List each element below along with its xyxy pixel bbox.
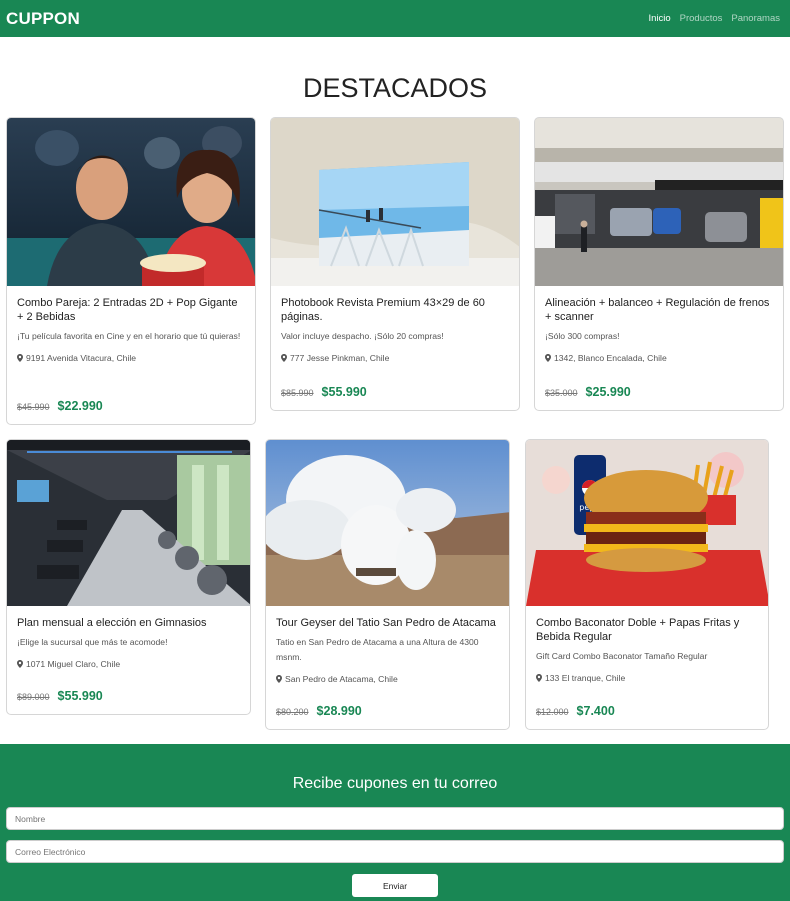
old-price: $35.000 [545,388,578,398]
deal-card-geyser[interactable]: Tour Geyser del Tatio San Pedro de Ataca… [265,439,510,730]
old-price: $45.990 [17,402,50,412]
card-prices: $45.990 $22.990 [17,399,103,413]
deal-card-gym[interactable]: Plan mensual a elección en Gimnasios ¡El… [6,439,251,715]
old-price: $80.200 [276,707,309,717]
card-location: 777 Jesse Pinkman, Chile [281,353,509,363]
card-description: Tatio en San Pedro de Atacama a una Altu… [276,637,479,662]
new-price: $7.400 [576,704,615,718]
card-title[interactable]: Alineación + balanceo + Regulación de fr… [545,296,773,324]
card-location: 1342, Blanco Encalada, Chile [545,353,773,363]
old-price: $12.000 [536,707,569,717]
burger-combo-image: pepsi [526,440,768,606]
submit-button[interactable]: Enviar [352,874,438,897]
card-body: Combo Baconator Doble + Papas Fritas y B… [526,606,768,683]
new-price: $55.990 [57,689,103,703]
nav-links: Inicio Productos Panoramas [648,13,780,24]
nav-link-panoramas[interactable]: Panoramas [731,13,780,24]
deal-card-photobook[interactable]: Photobook Revista Premium 43×29 de 60 pá… [270,117,520,411]
card-prices: $12.000 $7.400 [536,704,615,718]
card-title[interactable]: Combo Baconator Doble + Papas Fritas y B… [536,616,758,644]
card-location-text: 9191 Avenida Vitacura, Chile [26,353,137,363]
new-price: $22.990 [57,399,103,413]
card-location-text: 1071 Miguel Claro, Chile [26,659,121,669]
card-description: Gift Card Combo Baconator Tamaño Regular [536,651,708,661]
map-pin-icon [536,674,542,682]
newsletter-section: Recibe cupones en tu correo Enviar [0,744,790,901]
card-location: 133 El tranque, Chile [536,673,758,683]
old-price: $85.990 [281,388,314,398]
card-title[interactable]: Combo Pareja: 2 Entradas 2D + Pop Gigant… [17,296,245,324]
map-pin-icon [545,354,551,362]
card-body: Tour Geyser del Tatio San Pedro de Ataca… [266,606,509,684]
card-location: San Pedro de Atacama, Chile [276,674,499,684]
card-location-text: 777 Jesse Pinkman, Chile [290,353,390,363]
card-prices: $35.000 $25.990 [545,385,631,399]
card-location: 9191 Avenida Vitacura, Chile [17,353,245,363]
card-description: ¡Elige la sucursal que más te acomode! [17,637,168,647]
new-price: $55.990 [321,385,367,399]
card-body: Photobook Revista Premium 43×29 de 60 pá… [271,286,519,363]
map-pin-icon [276,675,282,683]
card-prices: $89.000 $55.990 [17,689,103,703]
deal-card-auto-service[interactable]: Alineación + balanceo + Regulación de fr… [534,117,784,411]
section-title: DESTACADOS [302,73,488,103]
newsletter-title: Recibe cupones en tu correo [292,775,498,792]
deal-card-cinema[interactable]: Combo Pareja: 2 Entradas 2D + Pop Gigant… [6,117,256,425]
card-description: ¡Sólo 300 compras! [545,331,620,341]
card-description: Valor incluye despacho. ¡Sólo 20 compras… [281,331,444,341]
new-price: $28.990 [316,704,362,718]
email-input[interactable] [6,840,784,863]
navbar: CUPPON Inicio Productos Panoramas [0,0,790,37]
map-pin-icon [281,354,287,362]
deal-card-burger[interactable]: pepsi Combo Baconator Doble + Papas Frit… [525,439,769,730]
map-pin-icon [17,660,23,668]
card-title[interactable]: Plan mensual a elección en Gimnasios [17,616,240,630]
card-title[interactable]: Tour Geyser del Tatio San Pedro de Ataca… [276,616,499,630]
nav-link-productos[interactable]: Productos [680,13,723,24]
card-prices: $80.200 $28.990 [276,704,362,718]
card-body: Plan mensual a elección en Gimnasios ¡El… [7,606,250,669]
old-price: $89.000 [17,692,50,702]
card-location: 1071 Miguel Claro, Chile [17,659,240,669]
auto-service-garage-image [535,118,783,286]
card-location-text: 1342, Blanco Encalada, Chile [554,353,667,363]
photobook-image [271,118,519,286]
geyser-landscape-image [266,440,509,606]
gym-treadmills-image [7,440,250,606]
card-description: ¡Tu película favorita en Cine y en el ho… [17,331,241,341]
card-prices: $85.990 $55.990 [281,385,367,399]
card-location-text: 133 El tranque, Chile [545,673,626,683]
brand-logo[interactable]: CUPPON [6,9,80,29]
card-location-text: San Pedro de Atacama, Chile [285,674,398,684]
nav-link-inicio[interactable]: Inicio [648,13,670,24]
map-pin-icon [17,354,23,362]
card-body: Alineación + balanceo + Regulación de fr… [535,286,783,363]
card-body: Combo Pareja: 2 Entradas 2D + Pop Gigant… [7,286,255,363]
name-input[interactable] [6,807,784,830]
cinema-couple-popcorn-image [7,118,255,286]
card-title[interactable]: Photobook Revista Premium 43×29 de 60 pá… [281,296,509,324]
new-price: $25.990 [585,385,631,399]
